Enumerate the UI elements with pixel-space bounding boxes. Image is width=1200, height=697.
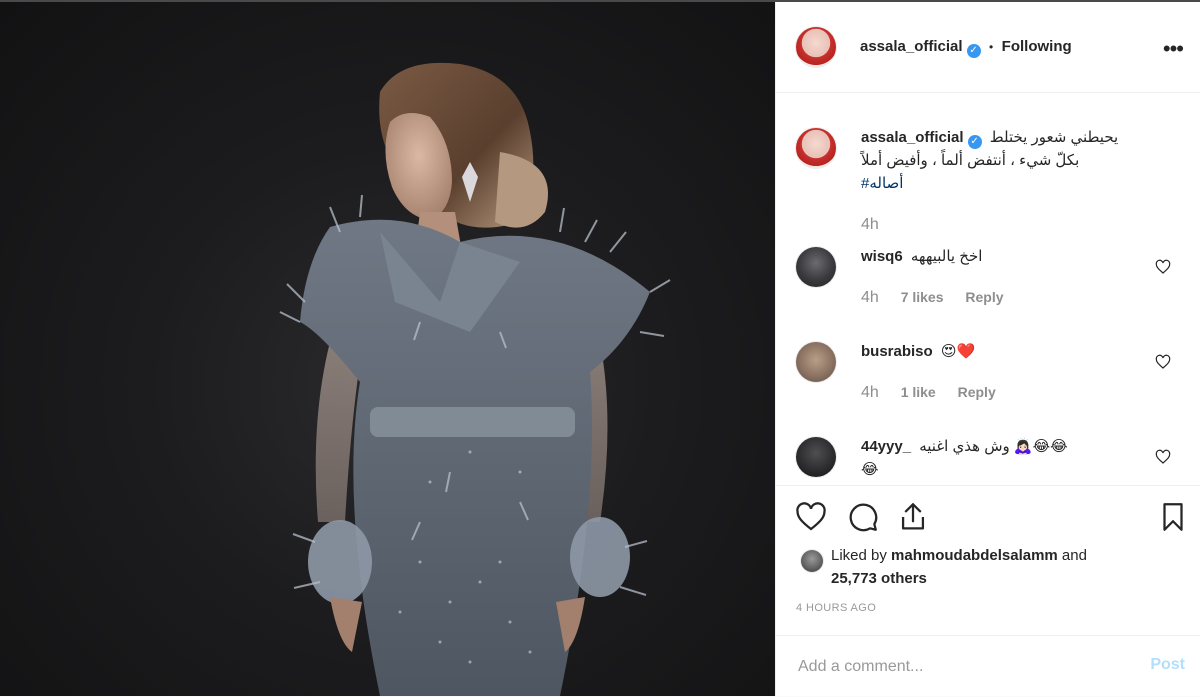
liked-by-text: Liked by mahmoudabdelsalamm and 25,773 o…: [831, 544, 1087, 590]
caption-username[interactable]: assala_official: [861, 129, 964, 146]
comment-text: 44yyy_ وش هذي اغنيه 🙇🏻‍♀️😂😂 😂: [861, 435, 1068, 481]
post-photo-illustration: [279, 62, 671, 696]
comment-time[interactable]: 4h: [861, 289, 879, 306]
caption-text: assala_official ✓ يحيطني شعور يختلط بكلّ …: [861, 126, 1161, 195]
share-icon[interactable]: [896, 500, 930, 534]
caption: assala_official ✓ يحيطني شعور يختلط بكلّ …: [776, 126, 1200, 246]
comment-meta: 4h 7 likes Reply: [861, 289, 1004, 307]
comment-item: 44yyy_ وش هذي اغنيه 🙇🏻‍♀️😂😂 😂: [776, 433, 1200, 483]
likes-count[interactable]: 25,773 others: [831, 570, 927, 587]
caption-meta: 4h: [861, 216, 879, 234]
comment-username[interactable]: 44yyy_: [861, 438, 911, 455]
liked-by-and: and: [1057, 547, 1087, 564]
comment-reply-button[interactable]: Reply: [965, 289, 1003, 305]
comment-meta: 4h 1 like Reply: [861, 384, 996, 402]
comment-input[interactable]: [796, 654, 1130, 680]
post-timestamp[interactable]: 4 HOURS AGO: [796, 602, 876, 614]
caption-hashtag[interactable]: #أصاله: [861, 175, 903, 192]
comment-body: وش هذي اغنيه 🙇🏻‍♀️😂😂: [919, 438, 1068, 455]
commenter-avatar[interactable]: [796, 342, 836, 382]
post-photo[interactable]: [0, 2, 775, 696]
comment-time[interactable]: 4h: [861, 384, 879, 401]
commenter-avatar[interactable]: [796, 247, 836, 287]
more-options-icon[interactable]: •••: [1163, 38, 1184, 60]
post-comment-button[interactable]: Post: [1150, 656, 1185, 674]
post-actions: Liked by mahmoudabdelsalamm and 25,773 o…: [776, 485, 1200, 616]
comment-item: busrabiso 😍❤️ 4h 1 like Reply: [776, 338, 1200, 423]
caption-avatar[interactable]: [796, 128, 836, 168]
comments-list[interactable]: assala_official ✓ يحيطني شعور يختلط بكلّ …: [776, 93, 1200, 483]
comment-username[interactable]: busrabiso: [861, 343, 933, 360]
like-comment-heart-icon[interactable]: [1155, 259, 1171, 275]
comment-icon[interactable]: [846, 500, 880, 534]
liker-avatar[interactable]: [801, 550, 823, 572]
follow-separator: •: [989, 40, 994, 54]
owner-avatar[interactable]: [796, 27, 836, 67]
bookmark-icon[interactable]: [1156, 500, 1190, 534]
heart-icon[interactable]: [794, 500, 828, 534]
comment-body: اخخ يالبيههه: [910, 248, 983, 265]
following-button[interactable]: Following: [1002, 38, 1072, 55]
comment-text: busrabiso 😍❤️: [861, 340, 975, 363]
comment-likes[interactable]: 7 likes: [901, 289, 944, 305]
comment-body-line-2: 😂: [861, 461, 879, 478]
verified-badge-icon: ✓: [967, 135, 982, 149]
caption-line-1: يحيطني شعور يختلط: [989, 129, 1119, 146]
verified-badge-icon: ✓: [966, 44, 981, 58]
like-comment-heart-icon[interactable]: [1155, 354, 1171, 370]
commenter-avatar[interactable]: [796, 437, 836, 477]
comment-likes[interactable]: 1 like: [901, 384, 936, 400]
caption-line-2: بكلّ شيء ، أنتفض ألماً ، وأفيض أملاً: [861, 152, 1080, 169]
comment-item: wisq6 اخخ يالبيههه 4h 7 likes Reply: [776, 243, 1200, 328]
comment-body: 😍❤️: [940, 343, 976, 360]
owner-identity: assala_official ✓ • Following: [860, 38, 1072, 58]
post-side-panel: assala_official ✓ • Following ••• assala_…: [775, 2, 1200, 696]
liked-by-prefix: Liked by: [831, 547, 892, 564]
add-comment-bar: Post: [776, 635, 1200, 697]
owner-username[interactable]: assala_official: [860, 38, 963, 55]
like-comment-heart-icon[interactable]: [1155, 449, 1171, 465]
post-header: assala_official ✓ • Following •••: [776, 2, 1200, 93]
comment-username[interactable]: wisq6: [861, 248, 903, 265]
comment-text: wisq6 اخخ يالبيههه: [861, 245, 982, 268]
comment-reply-button[interactable]: Reply: [958, 384, 996, 400]
liker-username[interactable]: mahmoudabdelsalamm: [891, 547, 1058, 564]
caption-time[interactable]: 4h: [861, 216, 879, 233]
